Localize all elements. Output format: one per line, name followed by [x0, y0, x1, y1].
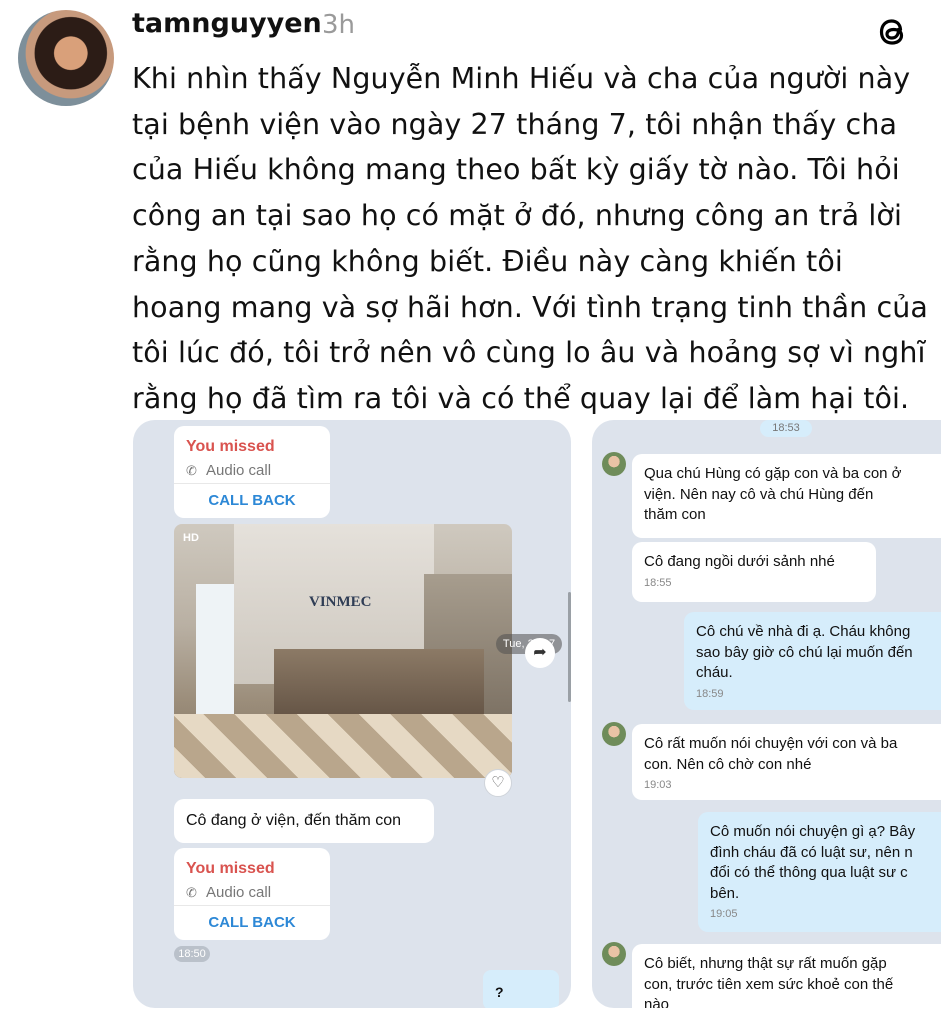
contact-avatar	[602, 722, 626, 746]
message-text: Cô đang ở viện, đến thăm con	[186, 812, 402, 829]
chat-screenshot-left[interactable]: You missed ✆ Audio call CALL BACK VINMEC …	[133, 420, 571, 1008]
incoming-message: Cô biết, nhưng thật sự rất muốn gặp con,…	[632, 944, 941, 1008]
message-time: 19:05	[710, 908, 738, 920]
post-text-line: của Hiếu không mang theo bất kỳ giấy tờ …	[132, 153, 900, 187]
outgoing-message: Cô chú về nhà đi ạ. Cháu không sao bây g…	[684, 612, 941, 710]
message-line: nào	[644, 996, 670, 1008]
outgoing-message: Cô muốn nói chuyện gì ạ? Bây đình cháu đ…	[698, 812, 941, 932]
missed-call-card: You missed ✆ Audio call CALL BACK	[174, 848, 330, 940]
photo-floor	[174, 714, 512, 778]
hd-badge: HD	[183, 532, 199, 544]
username[interactable]: tamnguyyen	[132, 8, 322, 39]
missed-call-title: You missed	[186, 438, 275, 455]
post-text-line: rằng họ cũng không biết. Điều này càng k…	[132, 244, 843, 278]
message-line: Cô đang ngồi dưới sảnh nhé	[644, 553, 835, 570]
heart-icon[interactable]: ♡	[484, 769, 512, 797]
call-back-button[interactable]: CALL BACK	[174, 483, 330, 518]
message-line: Cô rất muốn nói chuyện với con và ba	[644, 735, 898, 752]
audio-call-text: Audio call	[206, 462, 272, 479]
post-text-line: tôi lúc đó, tôi trở nên vô cùng lo âu và…	[132, 336, 926, 370]
share-icon[interactable]: ➦	[525, 638, 555, 668]
missed-call-card: You missed ✆ Audio call CALL BACK	[174, 426, 330, 518]
message-line: thăm con	[644, 506, 706, 523]
message-line: Cô muốn nói chuyện gì ạ? Bây	[710, 823, 916, 840]
message-line: con. Nên cô chờ con nhé	[644, 755, 812, 773]
call-back-button[interactable]: CALL BACK	[174, 905, 330, 940]
message-line: bên.	[710, 884, 740, 902]
photo-banner	[196, 584, 234, 734]
user-avatar[interactable]	[18, 10, 114, 106]
time-chip: 18:50	[174, 946, 210, 962]
post-text-line: tại bệnh viện vào ngày 27 tháng 7, tôi n…	[132, 107, 898, 141]
phone-missed-icon: ✆	[186, 463, 197, 478]
question-bubble: ?	[483, 970, 559, 1008]
message-line: viện. Nên nay cô và chú Hùng đến	[644, 485, 874, 503]
phone-missed-icon: ✆	[186, 885, 197, 900]
message-line: Cô biết, nhưng thật sự rất muốn gặp	[644, 955, 887, 972]
message-line: đổi có thể thông qua luật sư c	[710, 864, 908, 881]
chat-screenshot-right[interactable]: 18:53 Qua chú Hùng có gặp con và ba con …	[592, 420, 941, 1008]
post-text: Khi nhìn thấy Nguyễn Minh Hiếu và cha củ…	[132, 56, 928, 422]
message-line: sao bây giờ cô chú lại muốn đến	[696, 643, 913, 661]
post-text-line: công an tại sao họ có mặt ở đó, nhưng cô…	[132, 199, 902, 233]
time-chip: 18:53	[760, 420, 812, 437]
contact-avatar	[602, 942, 626, 966]
message-line: Cô chú về nhà đi ạ. Cháu không	[696, 623, 911, 640]
post-text-line: Khi nhìn thấy Nguyễn Minh Hiếu và cha củ…	[132, 62, 911, 95]
audio-call-label: ✆ Audio call	[186, 884, 271, 901]
question-text: ?	[495, 984, 504, 1000]
message-line: con, trước tiên xem sức khoẻ con thế	[644, 975, 894, 993]
incoming-message: Cô đang ngồi dưới sảnh nhé 18:55	[632, 542, 876, 602]
photo-sign: VINMEC	[309, 594, 372, 610]
message-bubble: Cô đang ở viện, đến thăm con	[174, 799, 434, 843]
missed-call-title: You missed	[186, 860, 275, 877]
audio-call-label: ✆ Audio call	[186, 462, 271, 479]
message-time: 18:55	[644, 576, 672, 589]
incoming-message: Cô rất muốn nói chuyện với con và ba con…	[632, 724, 941, 800]
message-line: cháu.	[696, 664, 733, 681]
message-line: Qua chú Hùng có gặp con và ba con ở	[644, 465, 902, 482]
incoming-message: Qua chú Hùng có gặp con và ba con ở viện…	[632, 454, 941, 538]
audio-call-text: Audio call	[206, 884, 272, 901]
message-time: 18:59	[696, 687, 724, 700]
message-line: đình cháu đã có luật sư, nên n	[710, 843, 913, 861]
post-text-line: hoang mang và sợ hãi hơn. Với tình trạng…	[132, 290, 928, 324]
message-time: 19:03	[644, 779, 672, 791]
lobby-photo[interactable]: VINMEC HD	[174, 524, 512, 778]
post-time: 3h	[322, 10, 356, 40]
post-text-line: rằng họ đã tìm ra tôi và có thể quay lại…	[132, 381, 910, 415]
scrollbar[interactable]	[568, 592, 571, 702]
contact-avatar	[602, 452, 626, 476]
threads-logo-icon[interactable]	[872, 12, 912, 52]
